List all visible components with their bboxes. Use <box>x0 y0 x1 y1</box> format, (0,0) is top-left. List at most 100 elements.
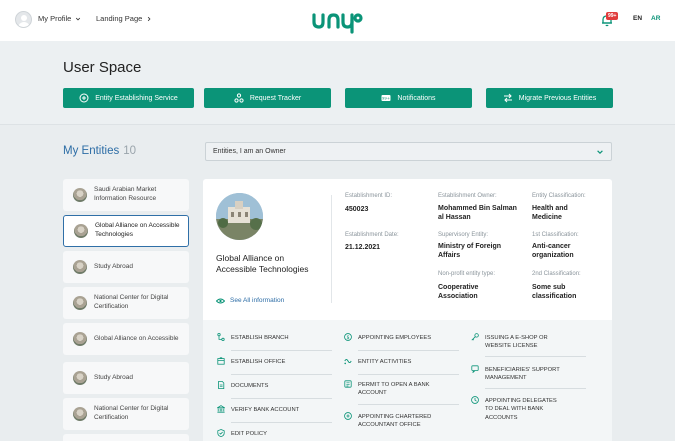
entity-list-item[interactable] <box>63 434 189 441</box>
entity-list-item-active[interactable]: Global Alliance on Accessible Technologi… <box>63 215 189 247</box>
beneficiaries-support-link[interactable]: Beneficiaries' support management <box>471 365 565 383</box>
service-label: Entity Activities <box>358 359 412 365</box>
service-label: Documents <box>231 383 269 389</box>
supervisory-value: Ministry of Foreign Affairs <box>438 243 501 260</box>
establishment-id-value: 450023 <box>345 206 369 213</box>
entity-thumbnail <box>73 371 87 385</box>
service-label: Permit to open a bank account <box>358 382 430 397</box>
service-divider <box>485 388 586 389</box>
entity-list-item[interactable]: Saudi Arabian Market Information Resourc… <box>63 179 189 211</box>
verify-bank-account-link[interactable]: Verify Bank Account <box>217 405 300 414</box>
appointing-delegates-link[interactable]: Appointing delegates to deal with bank a… <box>471 396 560 422</box>
document-icon <box>218 381 225 389</box>
entity-thumbnail <box>73 296 87 310</box>
shield-icon <box>217 429 225 437</box>
entity-thumbnail <box>74 224 88 238</box>
service-divider <box>358 404 459 405</box>
supervisory-label: Supervisory Entity: <box>438 232 489 238</box>
entity-list-item[interactable]: Global Alliance on Accessible <box>63 323 189 355</box>
notifications-label: Notifications <box>397 94 436 102</box>
entity-detail-name: Global Alliance on Accessible Technologi… <box>216 253 309 275</box>
documents-link[interactable]: Documents <box>217 381 269 390</box>
entity-list-item[interactable]: Study Abroad <box>63 251 189 283</box>
owner-label: Establishment Owner: <box>438 193 497 199</box>
top-bar: My Profile Landing Page 99+ EN AR <box>0 0 675 41</box>
entity-establishing-service-label: Entity Establishing Service <box>95 94 178 102</box>
nonprofit-label: Non-profit entity type: <box>438 271 496 277</box>
see-all-label: See All information <box>230 297 285 304</box>
establishment-date-label: Establishment Date: <box>345 232 399 238</box>
entity-photo <box>216 193 263 240</box>
service-label: Verify Bank Account <box>231 407 300 413</box>
entity-name: Saudi Arabian Market Information Resourc… <box>94 186 157 202</box>
permit-open-bank-account-link[interactable]: Permit to open a bank account <box>344 380 448 398</box>
service-divider <box>485 356 586 357</box>
establish-branch-link[interactable]: Establish Branch <box>217 333 289 342</box>
service-divider <box>358 374 459 375</box>
classification-value: Health and Medicine <box>532 205 568 222</box>
chevron-down-icon <box>76 17 81 20</box>
service-divider <box>358 350 459 351</box>
delegates-icon <box>471 396 479 404</box>
svg-text:99+: 99+ <box>382 96 390 101</box>
avatar[interactable] <box>15 11 32 28</box>
user-space-header <box>0 41 675 125</box>
chevron-right-icon <box>148 16 151 21</box>
entity-list-item[interactable]: National Center for Digital Certificatio… <box>63 398 189 430</box>
entity-thumbnail <box>73 407 87 421</box>
request-tracker-label: Request Tracker <box>249 94 302 102</box>
eye-icon <box>216 298 225 303</box>
appointing-employees-link[interactable]: $ Appointing Employees <box>344 333 431 342</box>
classification-label: Entity Classification: <box>532 193 586 199</box>
establishment-id-label: Establishment ID: <box>345 193 393 199</box>
entity-name: Study Abroad <box>94 262 134 270</box>
migrate-previous-entities-button[interactable]: Migrate Previous Entities <box>486 88 613 108</box>
bank-permit-icon <box>344 380 352 388</box>
my-profile-label: My Profile <box>38 14 72 23</box>
tracker-icon <box>234 93 244 103</box>
office-icon <box>217 357 225 365</box>
entity-filter-value: Entities, I am an Owner <box>213 148 286 155</box>
entity-activities-link[interactable]: Entity Activities <box>344 358 411 366</box>
accountant-icon <box>344 412 352 420</box>
eshop-license-link[interactable]: Issuing a E-shop or website license <box>471 333 565 351</box>
entity-name: National Center for Digital Certificatio… <box>94 294 169 310</box>
notifications-button[interactable]: 99+ Notifications <box>345 88 472 108</box>
appointing-accountant-link[interactable]: Appointing chartered accountant office <box>344 412 453 430</box>
service-divider <box>231 374 332 375</box>
support-icon <box>471 365 479 373</box>
service-label: Appointing chartered accountant office <box>358 414 432 429</box>
detail-divider <box>331 195 332 303</box>
entity-name: Study Abroad <box>94 373 134 381</box>
first-classification-value: Anti-cancer organization <box>532 243 574 260</box>
entity-thumbnail <box>73 260 87 274</box>
entity-name: Global Alliance on Accessible <box>94 334 179 342</box>
request-tracker-button[interactable]: Request Tracker <box>204 88 331 108</box>
entity-establishing-service-button[interactable]: Entity Establishing Service <box>63 88 194 108</box>
lang-ar-button[interactable]: AR <box>651 15 660 22</box>
unuq-logo-icon[interactable] <box>311 8 363 34</box>
nonprofit-value: Cooperative Association <box>438 284 479 301</box>
entity-list-item[interactable]: National Center for Digital Certificatio… <box>63 287 189 319</box>
service-label: Issuing a E-shop or website license <box>485 335 548 350</box>
service-divider <box>231 422 332 423</box>
activity-icon <box>344 358 352 365</box>
lang-en-button[interactable]: EN <box>633 15 642 22</box>
plus-circle-icon <box>79 93 89 103</box>
entity-filter-select[interactable]: Entities, I am an Owner <box>205 142 612 161</box>
see-all-information-link[interactable]: See All information <box>216 297 284 304</box>
edit-policy-link[interactable]: Edit Policy <box>217 429 267 438</box>
my-profile-menu[interactable]: My Profile <box>38 14 81 23</box>
service-label: Establish Office <box>231 359 286 365</box>
landing-page-link[interactable]: Landing Page <box>96 14 152 23</box>
dollar-icon: $ <box>344 333 352 341</box>
establish-office-link[interactable]: Establish Office <box>217 357 286 366</box>
entities-count: 10 <box>123 145 137 157</box>
service-label: Establish Branch <box>231 335 289 341</box>
second-classification-value: Some sub classification <box>532 284 577 301</box>
chevron-down-icon <box>597 150 603 155</box>
entity-list-item[interactable]: Study Abroad <box>63 362 189 394</box>
entity-thumbnail <box>73 188 87 202</box>
second-classification-label: 2nd Classification: <box>532 271 581 277</box>
migrate-previous-entities-label: Migrate Previous Entities <box>518 94 597 102</box>
